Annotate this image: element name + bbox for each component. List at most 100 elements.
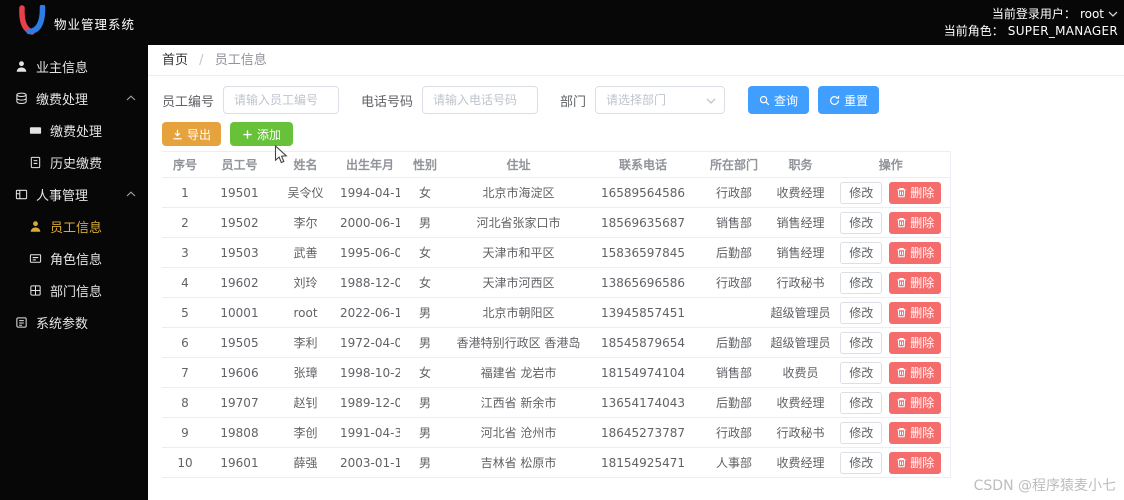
app-logo-icon xyxy=(19,4,46,35)
table-cell: 张璋 xyxy=(271,357,340,388)
watermark: CSDN @程序猿麦小七 xyxy=(973,478,1116,494)
table-cell: 2003-01-19 xyxy=(340,447,400,478)
table-cell: 19502 xyxy=(208,207,271,238)
sidebar-item-label: 人事管理 xyxy=(36,188,89,204)
table-header-cell: 操作 xyxy=(832,151,950,178)
modify-button[interactable]: 修改 xyxy=(840,271,883,294)
table-actions-cell: 修改 删除 xyxy=(832,297,950,328)
table-actions-cell: 修改 删除 xyxy=(832,387,950,418)
table-cell: 行政部 xyxy=(699,267,769,298)
delete-button[interactable]: 删除 xyxy=(889,451,942,474)
modify-button[interactable]: 修改 xyxy=(840,241,883,264)
table-cell: 销售经理 xyxy=(769,207,832,238)
people-icon xyxy=(14,187,28,201)
table-actions-cell: 修改 删除 xyxy=(832,267,950,298)
modify-button[interactable]: 修改 xyxy=(840,361,883,384)
sidebar-item-payment-history[interactable]: 历史缴费 xyxy=(0,147,148,177)
table-actions-cell: 修改 删除 xyxy=(832,357,950,388)
sidebar-item-payment-process[interactable]: 缴费处理 xyxy=(0,115,148,145)
table-cell: 天津市和平区 xyxy=(450,237,587,268)
table-cell: 男 xyxy=(400,297,450,328)
export-button[interactable]: 导出 xyxy=(162,122,222,146)
table-cell: 15836597845 xyxy=(587,237,699,268)
table-cell: 女 xyxy=(400,357,450,388)
delete-button[interactable]: 删除 xyxy=(889,331,942,354)
table-cell: 18154925471 xyxy=(587,447,699,478)
modify-button[interactable]: 修改 xyxy=(840,181,883,204)
table-cell: 河北省张家口市 xyxy=(450,207,587,238)
sidebar-item-dept-info[interactable]: 部门信息 xyxy=(0,275,148,305)
chevron-down-icon[interactable] xyxy=(1108,11,1118,17)
table-cell: 男 xyxy=(400,387,450,418)
delete-button[interactable]: 删除 xyxy=(889,361,942,384)
employee-no-input[interactable] xyxy=(223,86,340,114)
query-button[interactable]: 查询 xyxy=(748,86,810,114)
download-icon xyxy=(173,129,182,139)
breadcrumb-separator: / xyxy=(199,53,204,68)
search-icon xyxy=(759,95,770,105)
trash-icon xyxy=(897,218,906,228)
dept-select[interactable] xyxy=(595,86,726,114)
table-header-cell: 住址 xyxy=(450,151,587,178)
current-user-menu[interactable]: root xyxy=(1080,6,1104,23)
sidebar-item-hr-group[interactable]: 人事管理 xyxy=(0,179,148,209)
phone-input[interactable] xyxy=(422,86,539,114)
delete-button[interactable]: 删除 xyxy=(889,241,942,264)
table-cell: 赵钊 xyxy=(271,387,340,418)
delete-button[interactable]: 删除 xyxy=(889,391,942,414)
sidebar-item-label: 角色信息 xyxy=(50,252,103,268)
add-button[interactable]: 添加 xyxy=(230,122,294,146)
sidebar-item-label: 业主信息 xyxy=(36,60,89,76)
delete-button[interactable]: 删除 xyxy=(889,271,942,294)
table-cell: 人事部 xyxy=(699,447,769,478)
table-cell: 北京市海淀区 xyxy=(450,177,587,208)
table-cell: 薛强 xyxy=(271,447,340,478)
table-cell: 1998-10-21 xyxy=(340,357,400,388)
delete-button[interactable]: 删除 xyxy=(889,181,942,204)
table-header-cell: 序号 xyxy=(162,151,208,178)
trash-icon xyxy=(897,188,906,198)
table-actions-cell: 修改 删除 xyxy=(832,237,950,268)
table-cell: 19503 xyxy=(208,237,271,268)
trash-icon xyxy=(897,428,906,438)
table-cell: 10 xyxy=(162,447,208,478)
table-cell: 后勤部 xyxy=(699,327,769,358)
table-row: 619505李利1972-04-07男香港特别行政区 香港岛1854587965… xyxy=(162,327,950,358)
table-cell: 收费经理 xyxy=(769,447,832,478)
modify-button[interactable]: 修改 xyxy=(840,211,883,234)
sidebar-item-payment-group[interactable]: 缴费处理 xyxy=(0,83,148,113)
modify-button[interactable]: 修改 xyxy=(840,301,883,324)
table-header-cell: 职务 xyxy=(769,151,832,178)
table-cell: 后勤部 xyxy=(699,237,769,268)
chevron-up-icon xyxy=(126,191,136,197)
role-icon xyxy=(28,251,42,265)
modify-button[interactable]: 修改 xyxy=(840,331,883,354)
table-cell: 江西省 新余市 xyxy=(450,387,587,418)
breadcrumb-home[interactable]: 首页 xyxy=(162,53,188,68)
table-cell: 超级管理员 xyxy=(769,327,832,358)
trash-icon xyxy=(897,398,906,408)
trash-icon xyxy=(897,308,906,318)
table-cell: 13865696586 xyxy=(587,267,699,298)
table-cell: 收费经理 xyxy=(769,387,832,418)
delete-button[interactable]: 删除 xyxy=(889,301,942,324)
sidebar-item-role-info[interactable]: 角色信息 xyxy=(0,243,148,273)
dept-select-input[interactable] xyxy=(595,86,726,114)
table-cell: 女 xyxy=(400,267,450,298)
filter-bar: 员工编号 电话号码 部门 查询 重置 xyxy=(162,86,1124,114)
table-cell: 香港特别行政区 香港岛 xyxy=(450,327,587,358)
sidebar-item-owner-info[interactable]: 业主信息 xyxy=(0,51,148,81)
reset-button[interactable]: 重置 xyxy=(818,86,880,114)
modify-button[interactable]: 修改 xyxy=(840,391,883,414)
table-cell xyxy=(699,297,769,328)
table-cell: 超级管理员 xyxy=(769,297,832,328)
table-cell: 吴令仪 xyxy=(271,177,340,208)
table-cell: 销售部 xyxy=(699,207,769,238)
table-cell: 1 xyxy=(162,177,208,208)
delete-button[interactable]: 删除 xyxy=(889,421,942,444)
delete-button[interactable]: 删除 xyxy=(889,211,942,234)
modify-button[interactable]: 修改 xyxy=(840,451,883,474)
modify-button[interactable]: 修改 xyxy=(840,421,883,444)
sidebar-item-system-params[interactable]: 系统参数 xyxy=(0,307,148,337)
sidebar-item-employee-info[interactable]: 员工信息 xyxy=(0,211,148,241)
